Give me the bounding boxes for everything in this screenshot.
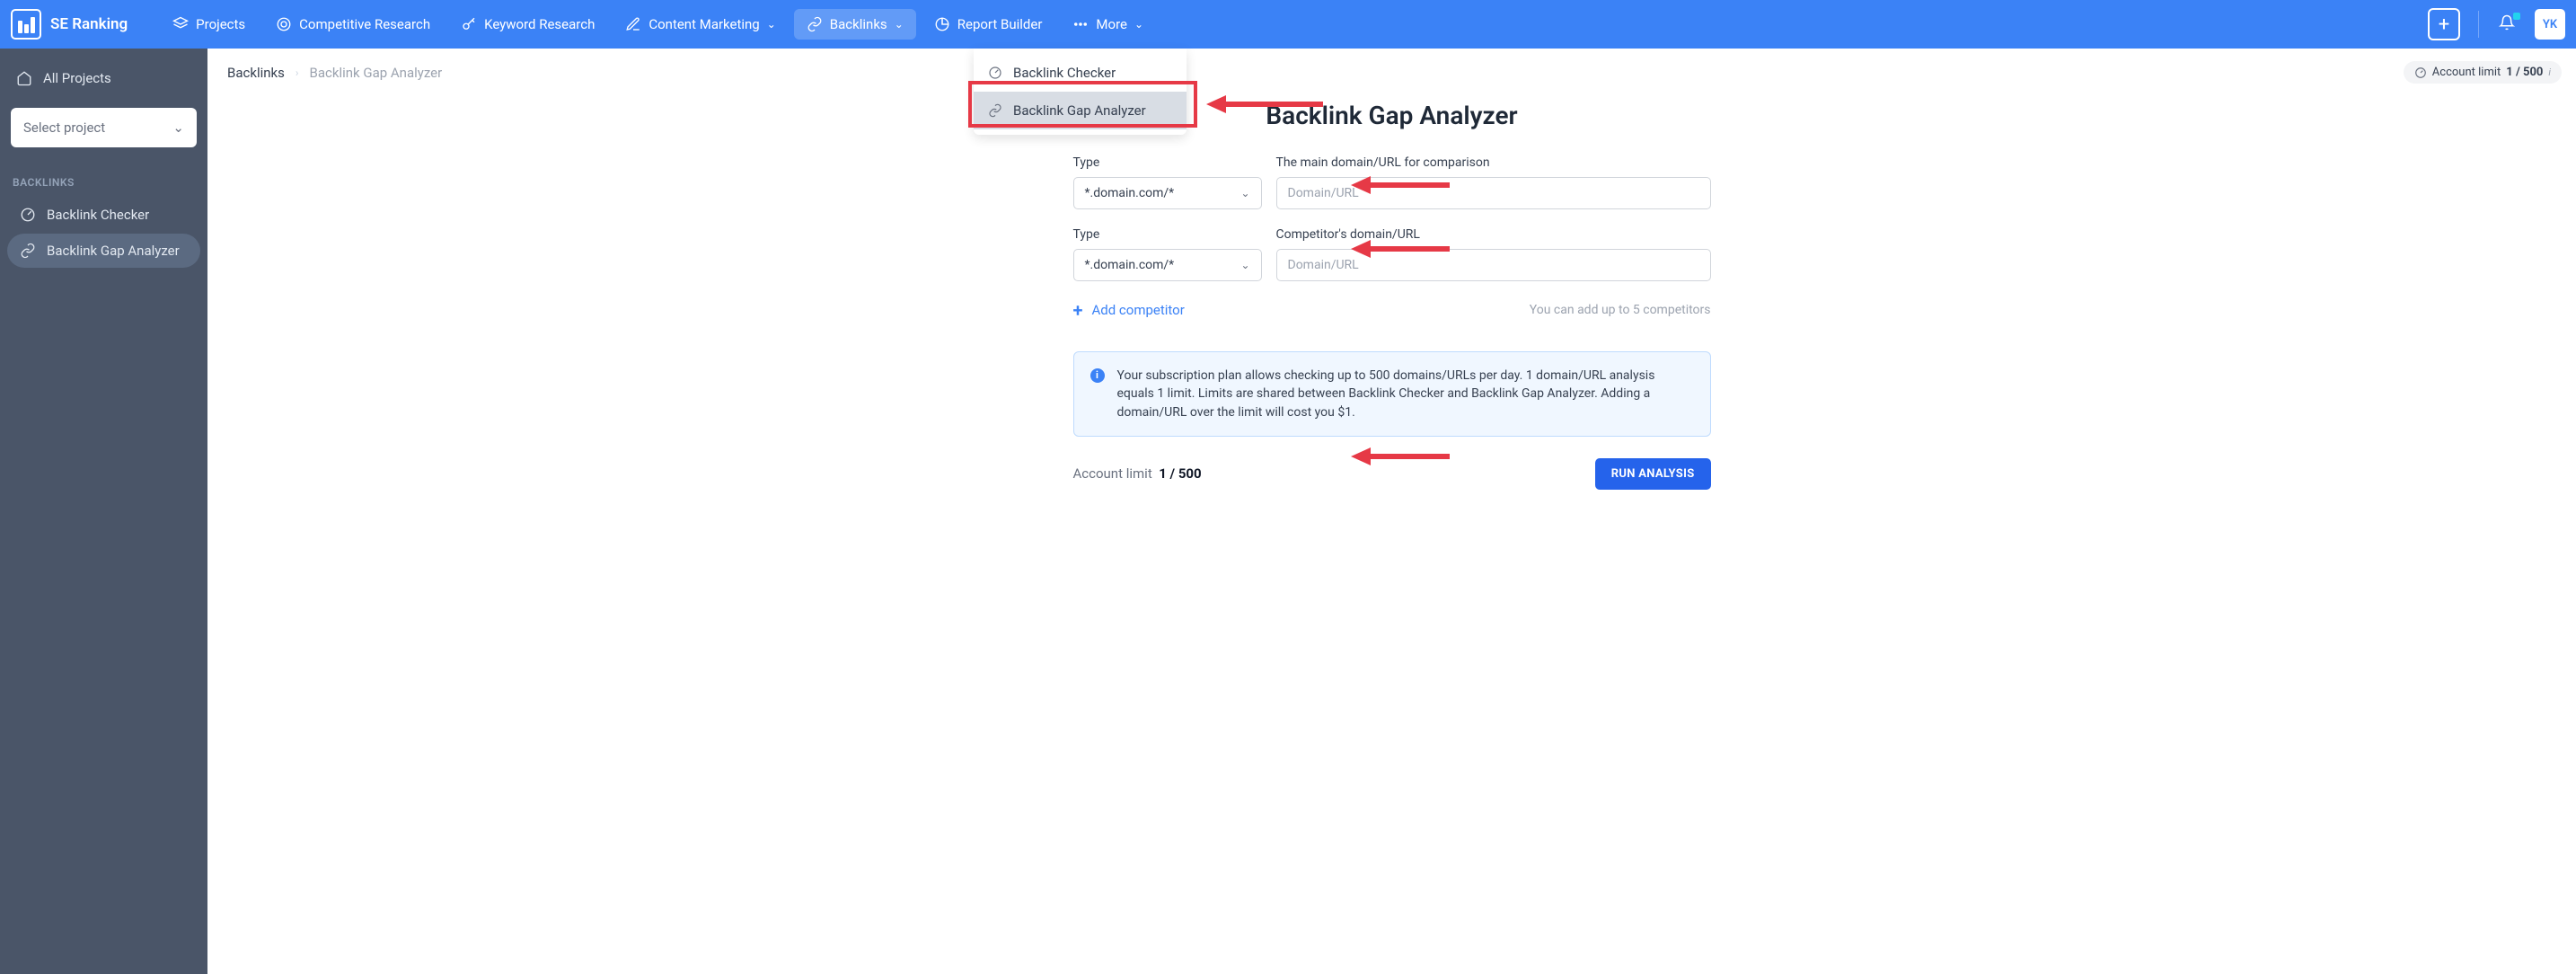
select-value: *.domain.com/* xyxy=(1085,258,1175,272)
nav-label: More xyxy=(1096,16,1127,32)
dropdown-item-backlink-gap[interactable]: Backlink Gap Analyzer xyxy=(974,92,1187,129)
add-competitor-label: Add competitor xyxy=(1092,302,1185,318)
avatar[interactable]: YK xyxy=(2535,9,2565,40)
key-icon xyxy=(461,16,477,32)
sidebar-label: All Projects xyxy=(43,70,111,86)
layers-icon xyxy=(172,16,189,32)
chevron-down-icon: ⌄ xyxy=(1134,18,1143,31)
nav-label: Keyword Research xyxy=(484,16,595,32)
breadcrumb-root[interactable]: Backlinks xyxy=(227,65,285,81)
nav-backlinks[interactable]: Backlinks ⌄ xyxy=(794,9,916,40)
sidebar-item-backlink-gap[interactable]: Backlink Gap Analyzer xyxy=(7,234,200,268)
pie-icon xyxy=(934,16,950,32)
nav-label: Projects xyxy=(196,16,245,32)
top-nav: SE Ranking Projects Competitive Research… xyxy=(0,0,2576,49)
chevron-down-icon: ⌄ xyxy=(767,18,776,31)
add-competitor-note: You can add up to 5 competitors xyxy=(1530,303,1711,317)
target-icon xyxy=(276,16,292,32)
brand-label: SE Ranking xyxy=(50,15,128,33)
chevron-down-icon: ⌄ xyxy=(895,18,904,31)
chevron-down-icon: ⌄ xyxy=(172,120,184,136)
nav-more[interactable]: More ⌄ xyxy=(1060,9,1156,40)
select-placeholder: Select project xyxy=(23,120,105,136)
gauge-icon xyxy=(2414,66,2427,79)
type-label: Type xyxy=(1073,155,1262,170)
info-box: i Your subscription plan allows checking… xyxy=(1073,351,1711,437)
nav-label: Report Builder xyxy=(957,16,1043,32)
sidebar: All Projects Select project ⌄ BACKLINKS … xyxy=(0,49,207,974)
gauge-icon xyxy=(988,66,1002,80)
info-icon: i xyxy=(2548,66,2551,78)
add-button[interactable]: + xyxy=(2428,8,2460,40)
project-select[interactable]: Select project ⌄ xyxy=(11,108,197,147)
notifications-button[interactable] xyxy=(2490,14,2524,35)
sidebar-item-label: Backlink Checker xyxy=(47,207,149,223)
breadcrumb: Backlinks › Backlink Gap Analyzer xyxy=(207,49,2576,97)
sidebar-item-label: Backlink Gap Analyzer xyxy=(47,243,180,259)
logo-icon xyxy=(11,9,41,40)
account-limit-footer: Account limit 1 / 500 xyxy=(1073,465,1202,482)
nav-label: Competitive Research xyxy=(299,16,430,32)
run-analysis-button[interactable]: RUN ANALYSIS xyxy=(1595,458,1711,490)
main-domain-input[interactable] xyxy=(1276,177,1711,209)
edit-icon xyxy=(625,16,641,32)
account-limit-pill[interactable]: Account limit 1 / 500 i xyxy=(2404,61,2562,84)
brand[interactable]: SE Ranking xyxy=(11,9,128,40)
type-label: Type xyxy=(1073,227,1262,242)
notification-dot xyxy=(2513,13,2520,20)
nav-competitive[interactable]: Competitive Research xyxy=(263,9,443,40)
dropdown-label: Backlink Checker xyxy=(1013,65,1116,81)
dropdown-label: Backlink Gap Analyzer xyxy=(1013,102,1146,119)
sidebar-section-label: BACKLINKS xyxy=(0,169,207,196)
dropdown-item-backlink-checker[interactable]: Backlink Checker xyxy=(974,54,1187,92)
page-title: Backlink Gap Analyzer xyxy=(207,101,2576,130)
link-icon xyxy=(988,103,1002,118)
info-text: Your subscription plan allows checking u… xyxy=(1117,367,1694,421)
nav-content[interactable]: Content Marketing ⌄ xyxy=(613,9,788,40)
backlinks-dropdown: Backlink Checker Backlink Gap Analyzer xyxy=(974,49,1187,135)
nav-report[interactable]: Report Builder xyxy=(922,9,1055,40)
competitor-domain-label: Competitor's domain/URL xyxy=(1276,227,1711,242)
home-icon xyxy=(16,70,32,86)
sidebar-item-backlink-checker[interactable]: Backlink Checker xyxy=(7,198,200,232)
link-icon xyxy=(807,16,823,32)
competitor-domain-input[interactable] xyxy=(1276,249,1711,281)
add-competitor-button[interactable]: + Add competitor xyxy=(1073,299,1185,321)
nav-keyword[interactable]: Keyword Research xyxy=(448,9,607,40)
sidebar-all-projects[interactable]: All Projects xyxy=(0,59,207,97)
dots-icon xyxy=(1072,16,1089,32)
breadcrumb-current: Backlink Gap Analyzer xyxy=(310,65,443,81)
chevron-down-icon: ⌄ xyxy=(1240,187,1249,199)
chevron-down-icon: ⌄ xyxy=(1240,259,1249,271)
gauge-icon xyxy=(20,207,36,223)
plus-icon: + xyxy=(1073,299,1083,321)
pill-value: 1 / 500 xyxy=(2506,66,2543,79)
nav-projects[interactable]: Projects xyxy=(160,9,258,40)
type-select-main[interactable]: *.domain.com/* ⌄ xyxy=(1073,177,1262,209)
divider xyxy=(2478,11,2479,38)
nav-label: Content Marketing xyxy=(648,16,759,32)
type-select-competitor[interactable]: *.domain.com/* ⌄ xyxy=(1073,249,1262,281)
pill-label: Account limit xyxy=(2432,66,2501,79)
chevron-right-icon: › xyxy=(296,66,299,79)
footer-limit-value: 1 / 500 xyxy=(1159,465,1201,482)
link-icon xyxy=(20,243,36,259)
info-icon: i xyxy=(1090,368,1105,383)
select-value: *.domain.com/* xyxy=(1085,186,1175,200)
footer-limit-label: Account limit xyxy=(1073,465,1152,482)
main-domain-label: The main domain/URL for comparison xyxy=(1276,155,1711,170)
nav-label: Backlinks xyxy=(830,16,887,32)
main: Backlinks › Backlink Gap Analyzer Accoun… xyxy=(207,49,2576,974)
